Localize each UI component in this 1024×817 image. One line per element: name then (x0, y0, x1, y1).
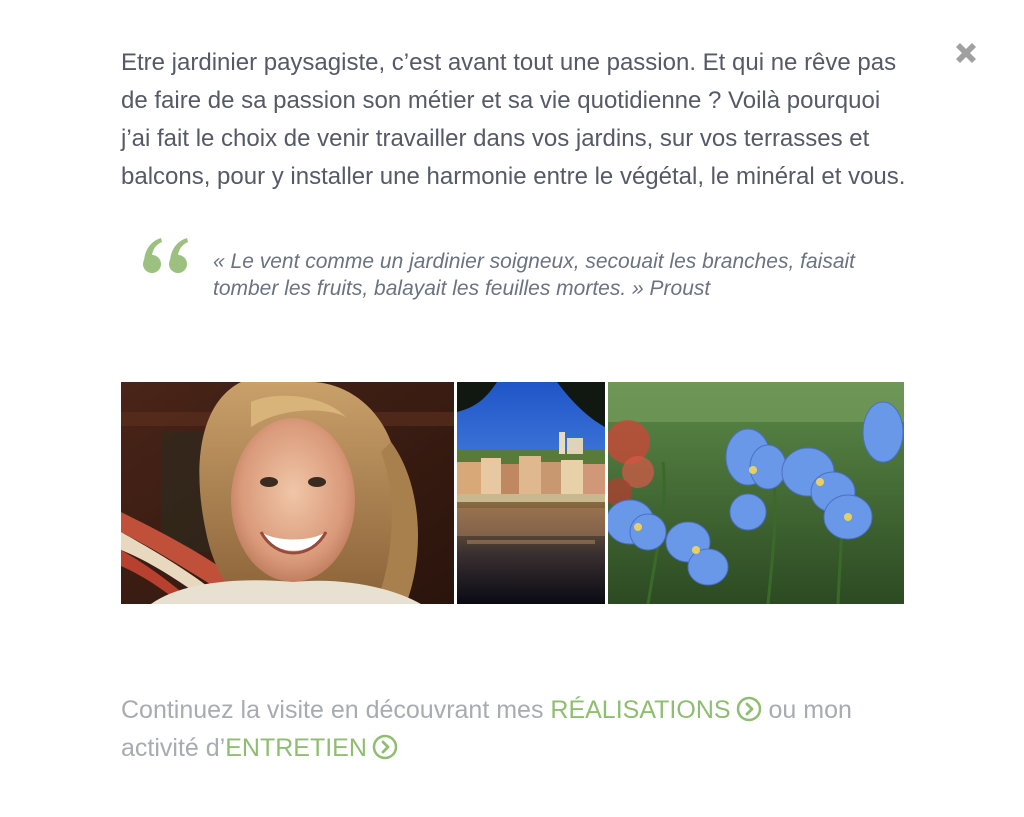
photo-gallery (121, 382, 904, 604)
close-button[interactable] (951, 38, 981, 68)
circle-chevron-right-icon (372, 734, 398, 760)
realisations-link[interactable]: RÉALISATIONS (550, 696, 761, 724)
circle-chevron-right-icon (736, 696, 761, 722)
city-photo (457, 382, 605, 604)
portrait-photo (121, 382, 454, 604)
quote-block: « Le vent comme un jardinier soigneux, s… (121, 238, 911, 318)
entretien-link-label: ENTRETIEN (225, 734, 367, 762)
flowers-photo (608, 382, 904, 604)
entretien-link[interactable]: ENTRETIEN (225, 734, 398, 762)
footer-text-before: Continuez la visite en découvrant mes (121, 696, 551, 724)
intro-paragraph: Etre jardinier paysagiste, c’est avant t… (121, 49, 906, 190)
footer-text: Continuez la visite en découvrant mes RÉ… (121, 691, 911, 767)
main-content: Etre jardinier paysagiste, c’est avant t… (121, 44, 911, 318)
quote-icon (143, 238, 188, 273)
realisations-link-label: RÉALISATIONS (550, 696, 731, 724)
close-icon (956, 43, 976, 63)
quote-text: « Le vent comme un jardinier soigneux, s… (213, 250, 856, 300)
